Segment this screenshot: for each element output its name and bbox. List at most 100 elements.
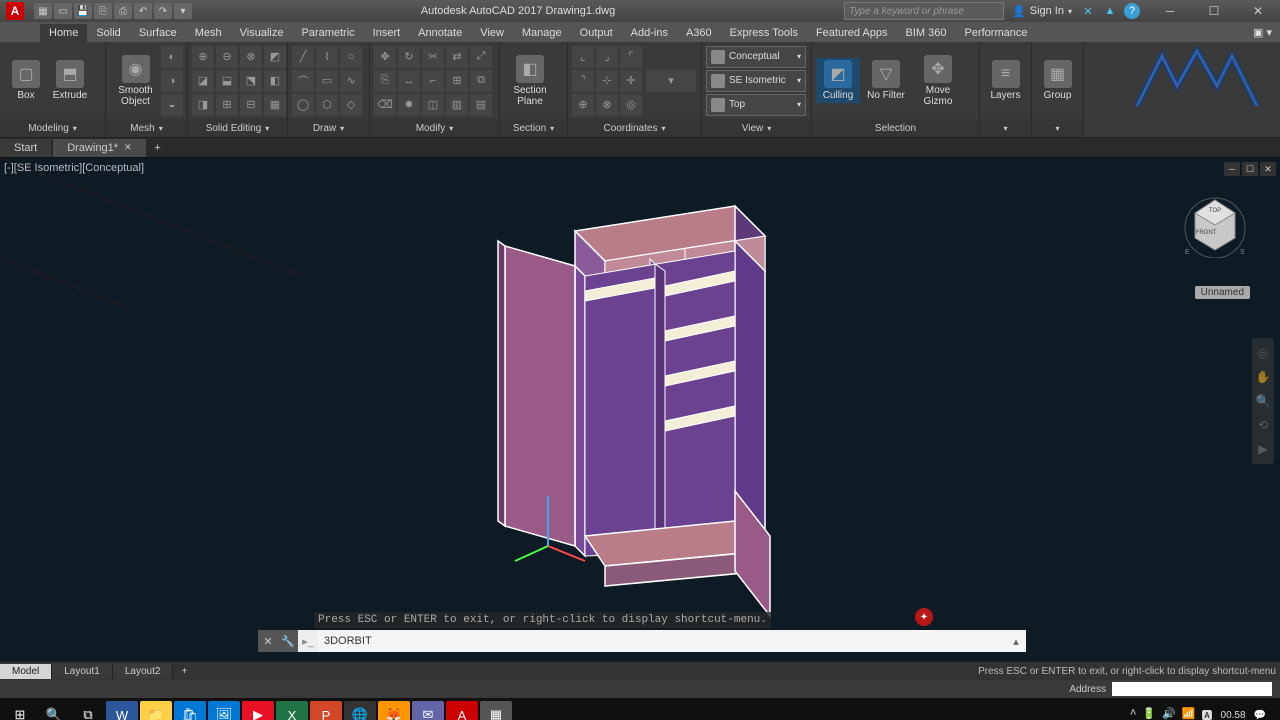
ucs-name-tag[interactable]: Unnamed — [1195, 286, 1250, 299]
viewport[interactable]: [-][SE Isometric][Conceptual] ─ ☐ ✕ — [0, 158, 1280, 662]
se-12[interactable]: ▦ — [264, 94, 286, 116]
tab-insert[interactable]: Insert — [364, 24, 410, 42]
filter-button[interactable]: ▽No Filter — [860, 58, 912, 103]
gizmo-button[interactable]: ✥Move Gizmo — [912, 53, 964, 109]
close-tab-icon[interactable]: ✕ — [124, 142, 132, 153]
rect-icon[interactable]: ▭ — [316, 70, 338, 92]
notifications-icon[interactable]: 💬 — [1254, 710, 1266, 720]
ucs-4[interactable]: ⌝ — [572, 70, 594, 92]
mirror-icon[interactable]: ⇄ — [446, 46, 468, 68]
excel-icon[interactable]: X — [276, 701, 308, 720]
qat-redo-icon[interactable]: ↷ — [154, 3, 172, 19]
a360-icon[interactable]: ▲ — [1102, 3, 1118, 19]
scale-icon[interactable]: ⤢ — [470, 46, 492, 68]
ucs-3[interactable]: ⌜ — [620, 46, 642, 68]
mesh-tool-1[interactable]: ◐ — [161, 46, 183, 68]
command-input[interactable]: 3DORBIT — [318, 635, 1006, 647]
orbit-icon[interactable]: ⟲ — [1254, 414, 1272, 436]
ucs-9[interactable]: ◎ — [620, 94, 642, 116]
close-button[interactable]: ✕ — [1236, 0, 1280, 22]
erase-icon[interactable]: ⌫ — [374, 94, 396, 116]
array-icon[interactable]: ⊞ — [446, 70, 468, 92]
tab-home[interactable]: Home — [40, 24, 87, 42]
panel-view-label[interactable]: View▾ — [702, 119, 811, 137]
vp-minimize-icon[interactable]: ─ — [1224, 162, 1240, 176]
copy-icon[interactable]: ⎘ — [374, 70, 396, 92]
zoom-icon[interactable]: 🔍 — [1254, 390, 1272, 412]
vp-maximize-icon[interactable]: ☐ — [1242, 162, 1258, 176]
help-icon[interactable]: ? — [1124, 3, 1140, 19]
layers-button[interactable]: ≡Layers — [984, 58, 1027, 103]
mod-13[interactable]: ◫ — [422, 94, 444, 116]
pan-icon[interactable]: ✋ — [1254, 366, 1272, 388]
arc-icon[interactable]: ⌒ — [292, 70, 314, 92]
group-button[interactable]: ▦Group — [1036, 58, 1079, 103]
exchange-icon[interactable]: ✕ — [1080, 3, 1096, 19]
ucs-1[interactable]: ⌞ — [572, 46, 594, 68]
move-icon[interactable]: ✥ — [374, 46, 396, 68]
signin-button[interactable]: 👤 Sign In ▾ — [1012, 5, 1072, 18]
mod-14[interactable]: ▥ — [446, 94, 468, 116]
explode-icon[interactable]: ✸ — [398, 94, 420, 116]
draw-9[interactable]: ◇ — [340, 94, 362, 116]
extrude-button[interactable]: ⬒Extrude — [48, 58, 92, 103]
panel-solid-editing-label[interactable]: Solid Editing▾ — [188, 119, 287, 137]
tab-start[interactable]: Start — [0, 139, 51, 157]
firefox-icon[interactable]: 🦊 — [378, 701, 410, 720]
cmd-config-icon[interactable]: 🔧 — [278, 630, 298, 652]
ucs-8[interactable]: ⊗ — [596, 94, 618, 116]
clock[interactable]: 00.58 — [1221, 710, 1246, 720]
ucs-7[interactable]: ⊕ — [572, 94, 594, 116]
add-layout-button[interactable]: + — [173, 664, 195, 679]
ucs-2[interactable]: ⌟ — [596, 46, 618, 68]
powerpoint-icon[interactable]: P — [310, 701, 342, 720]
word-icon[interactable]: W — [106, 701, 138, 720]
tab-layout2[interactable]: Layout2 — [113, 664, 174, 679]
tray-up-icon[interactable]: ˄ — [1130, 707, 1136, 720]
cmd-history-icon[interactable]: ▴ — [1006, 635, 1026, 648]
smooth-object-button[interactable]: ◉Smooth Object — [110, 53, 161, 109]
se-10[interactable]: ⊞ — [216, 94, 238, 116]
culling-button[interactable]: ◩Culling — [816, 58, 860, 103]
mail-icon[interactable]: ✉ — [412, 701, 444, 720]
vp-close-icon[interactable]: ✕ — [1260, 162, 1276, 176]
ribbon-options-icon[interactable]: ▣ ▾ — [1245, 23, 1280, 42]
coord-dd[interactable]: ▾ — [646, 70, 696, 92]
tab-visualize[interactable]: Visualize — [231, 24, 293, 42]
spline-icon[interactable]: ∿ — [340, 70, 362, 92]
tab-featured[interactable]: Featured Apps — [807, 24, 897, 42]
se-8[interactable]: ◧ — [264, 70, 286, 92]
photos-icon[interactable]: 🖼 — [208, 701, 240, 720]
tab-manage[interactable]: Manage — [513, 24, 571, 42]
qat-save-icon[interactable]: 💾 — [74, 3, 92, 19]
autocad-taskbar-icon[interactable]: A — [446, 701, 478, 720]
tab-a360[interactable]: A360 — [677, 24, 721, 42]
section-plane-button[interactable]: ◧Section Plane — [504, 53, 556, 109]
mod-15[interactable]: ▤ — [470, 94, 492, 116]
showmotion-icon[interactable]: ▶ — [1254, 438, 1272, 460]
panel-modeling-label[interactable]: Modeling▾ — [0, 119, 105, 137]
address-input[interactable] — [1112, 682, 1272, 696]
panel-coordinates-label[interactable]: Coordinates▾ — [568, 119, 701, 137]
draw-7[interactable]: ◯ — [292, 94, 314, 116]
se-9[interactable]: ◨ — [192, 94, 214, 116]
viewcube[interactable]: TOP FRONT S E — [1180, 188, 1250, 258]
cmd-close-icon[interactable]: ✕ — [258, 630, 278, 652]
tab-bim360[interactable]: BIM 360 — [897, 24, 956, 42]
qat-more-icon[interactable]: ▾ — [174, 3, 192, 19]
tray-volume-icon[interactable]: 🔊 — [1162, 707, 1176, 720]
ucs-5[interactable]: ⊹ — [596, 70, 618, 92]
tab-solid[interactable]: Solid — [87, 24, 129, 42]
tab-parametric[interactable]: Parametric — [292, 24, 363, 42]
se-6[interactable]: ⬓ — [216, 70, 238, 92]
store-icon[interactable]: 🛍 — [174, 701, 206, 720]
start-button[interactable]: ⊞ — [4, 701, 36, 720]
union-icon[interactable]: ⊕ — [192, 46, 214, 68]
qat-print-icon[interactable]: ⎙ — [114, 3, 132, 19]
visual-style-dropdown[interactable]: Conceptual▾ — [706, 46, 806, 68]
viewport-label[interactable]: [-][SE Isometric][Conceptual] — [4, 162, 144, 174]
video-icon[interactable]: ▶ — [242, 701, 274, 720]
panel-modify-label[interactable]: Modify▾ — [370, 119, 499, 137]
minimize-button[interactable]: ─ — [1148, 0, 1192, 22]
tab-model[interactable]: Model — [0, 664, 52, 679]
